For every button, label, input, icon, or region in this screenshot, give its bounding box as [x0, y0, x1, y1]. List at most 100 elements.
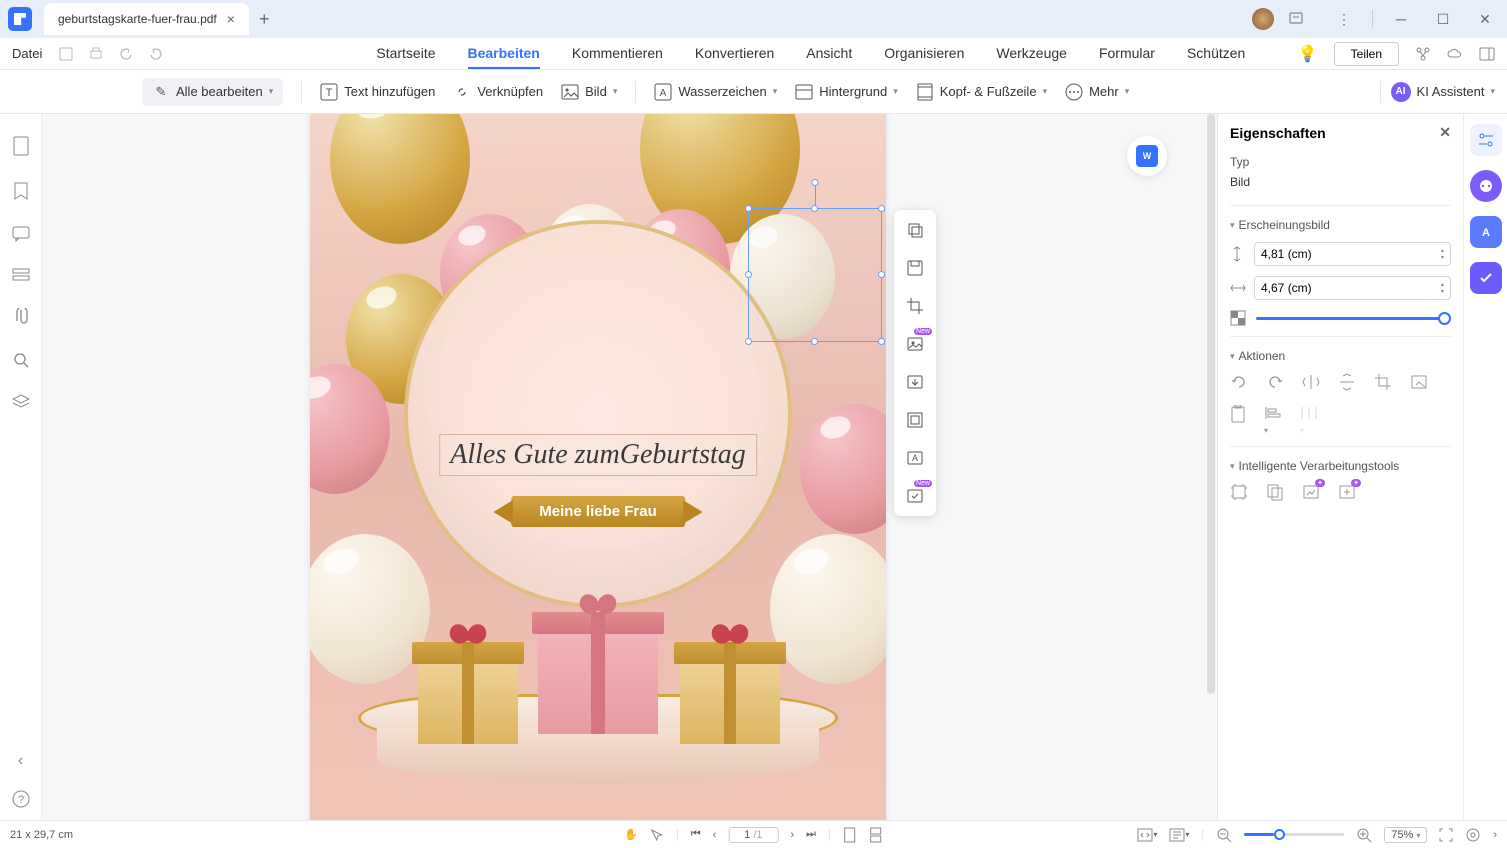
replace-action-icon[interactable] — [1410, 373, 1428, 391]
opacity-slider[interactable] — [1256, 317, 1451, 320]
replace-image-icon[interactable]: New — [903, 332, 927, 356]
panel-close-icon[interactable]: ✕ — [1439, 124, 1451, 141]
share-button[interactable]: Teilen — [1334, 42, 1399, 66]
smart-extract-icon[interactable] — [1266, 483, 1284, 501]
edit-all-button[interactable]: ✎ Alle bearbeiten ▾ — [142, 78, 283, 106]
smart-enhance-icon[interactable]: ✦ — [1302, 483, 1320, 501]
flip-horizontal-icon[interactable] — [1302, 373, 1320, 391]
ai-assistant-button[interactable]: AI KI Assistent ▾ — [1391, 82, 1495, 102]
smart-tools-section-toggle[interactable]: Intelligente Verarbeitungstools — [1230, 459, 1451, 473]
zoom-value[interactable]: 75% ▾ — [1384, 827, 1427, 843]
help-icon[interactable]: ? — [12, 790, 30, 808]
fields-icon[interactable] — [12, 268, 30, 282]
fullscreen-icon[interactable] — [1439, 828, 1453, 842]
single-page-icon[interactable] — [843, 827, 857, 843]
last-page-icon[interactable]: ⏭ — [806, 828, 816, 841]
read-mode-icon[interactable]: ▾ — [1169, 828, 1189, 842]
height-input[interactable]: 4,81 (cm)▴▾ — [1254, 242, 1451, 266]
clipboard-icon[interactable] — [1230, 405, 1246, 436]
prev-page-icon[interactable]: ‹ — [713, 829, 717, 841]
expand-panel-icon[interactable]: › — [1493, 829, 1497, 841]
flip-vertical-icon[interactable] — [1338, 373, 1356, 391]
tab-schuetzen[interactable]: Schützen — [1187, 39, 1245, 69]
align-icon[interactable] — [903, 408, 927, 432]
ocr-image-icon[interactable]: A — [903, 446, 927, 470]
tab-startseite[interactable]: Startseite — [376, 39, 435, 69]
selection-box[interactable] — [748, 208, 882, 342]
tab-bearbeiten[interactable]: Bearbeiten — [468, 39, 540, 69]
tab-ansicht[interactable]: Ansicht — [806, 39, 852, 69]
tab-konvertieren[interactable]: Konvertieren — [695, 39, 774, 69]
translate-icon[interactable]: A — [1470, 216, 1502, 248]
comments-icon[interactable] — [12, 226, 30, 242]
window-close[interactable]: ✕ — [1471, 11, 1499, 28]
kebab-menu-icon[interactable]: ⋮ — [1330, 11, 1358, 28]
copy-icon[interactable] — [903, 218, 927, 242]
continuous-page-icon[interactable] — [869, 827, 883, 843]
properties-tab-icon[interactable] — [1470, 124, 1502, 156]
zoom-in-icon[interactable] — [1356, 827, 1372, 843]
tab-kommentieren[interactable]: Kommentieren — [572, 39, 663, 69]
thumbnails-icon[interactable] — [12, 136, 30, 156]
more-button[interactable]: Mehr ▾ — [1065, 83, 1129, 101]
link-button[interactable]: Verknüpfen — [453, 83, 543, 101]
appearance-section-toggle[interactable]: Erscheinungsbild — [1230, 218, 1451, 232]
undo-icon[interactable] — [116, 44, 136, 64]
watermark-button[interactable]: A Wasserzeichen ▾ — [654, 83, 777, 101]
extract-image-icon[interactable] — [903, 370, 927, 394]
convert-to-word-badge[interactable]: W — [1127, 136, 1167, 176]
page-input[interactable]: 1 /1 — [728, 827, 778, 843]
actions-section-toggle[interactable]: Aktionen — [1230, 349, 1451, 363]
print-icon[interactable] — [86, 44, 106, 64]
save-icon[interactable] — [56, 44, 76, 64]
window-maximize[interactable]: ☐ — [1429, 11, 1457, 28]
width-input[interactable]: 4,67 (cm)▴▾ — [1254, 276, 1451, 300]
spinner-icon[interactable]: ▴▾ — [1441, 281, 1444, 295]
background-button[interactable]: Hintergrund ▾ — [795, 83, 897, 101]
document-tab[interactable]: geburtstagskarte-fuer-frau.pdf × — [44, 3, 249, 35]
ai-chat-icon[interactable] — [1470, 170, 1502, 202]
layers-icon[interactable] — [12, 394, 30, 410]
settings-icon[interactable] — [1465, 827, 1481, 843]
lightbulb-icon[interactable]: 💡 — [1298, 44, 1318, 64]
smart-upscale-icon[interactable]: ✦ — [1338, 483, 1356, 501]
select-tool-icon[interactable] — [650, 828, 664, 842]
search-icon[interactable] — [13, 352, 29, 368]
enhance-image-icon[interactable]: New — [903, 484, 927, 508]
user-avatar[interactable] — [1252, 8, 1274, 30]
redo-icon[interactable] — [146, 44, 166, 64]
new-tab-button[interactable]: + — [259, 9, 270, 30]
zoom-slider[interactable] — [1244, 833, 1344, 836]
connect-icon[interactable] — [1415, 46, 1431, 62]
next-page-icon[interactable]: › — [790, 829, 794, 841]
tab-close-icon[interactable]: × — [227, 11, 235, 27]
tab-werkzeuge[interactable]: Werkzeuge — [996, 39, 1067, 69]
distribute-icon[interactable]: ▾ — [1300, 405, 1318, 436]
image-button[interactable]: Bild ▾ — [561, 83, 617, 101]
notifications-icon[interactable] — [1288, 11, 1316, 27]
canvas-area[interactable]: Alles Gute zumGeburtstag Meine liebe Fra… — [42, 114, 1217, 820]
fit-page-icon[interactable]: ▾ — [1137, 828, 1157, 842]
zoom-out-icon[interactable] — [1216, 827, 1232, 843]
cloud-icon[interactable] — [1447, 47, 1463, 61]
tab-organisieren[interactable]: Organisieren — [884, 39, 964, 69]
first-page-icon[interactable]: ⏮ — [691, 828, 701, 841]
vertical-scrollbar[interactable] — [1207, 114, 1215, 694]
collapse-sidebar-icon[interactable]: ‹ — [18, 752, 23, 770]
header-footer-button[interactable]: Kopf- & Fußzeile ▾ — [916, 83, 1047, 101]
spinner-icon[interactable]: ▴▾ — [1441, 247, 1444, 261]
tab-formular[interactable]: Formular — [1099, 39, 1155, 69]
add-text-button[interactable]: T Text hinzufügen — [320, 83, 435, 101]
crop-action-icon[interactable] — [1374, 373, 1392, 391]
save-image-icon[interactable] — [903, 256, 927, 280]
rotate-left-icon[interactable] — [1230, 373, 1248, 391]
hand-tool-icon[interactable]: ✋ — [624, 828, 638, 841]
align-dropdown-icon[interactable]: ▾ — [1264, 405, 1282, 436]
smart-crop-icon[interactable] — [1230, 483, 1248, 501]
birthday-headline[interactable]: Alles Gute zumGeburtstag — [439, 434, 757, 476]
rotate-right-icon[interactable] — [1266, 373, 1284, 391]
file-menu[interactable]: Datei — [12, 46, 42, 61]
tasks-icon[interactable] — [1470, 262, 1502, 294]
window-minimize[interactable]: ─ — [1387, 11, 1415, 27]
attachments-icon[interactable] — [14, 308, 28, 326]
